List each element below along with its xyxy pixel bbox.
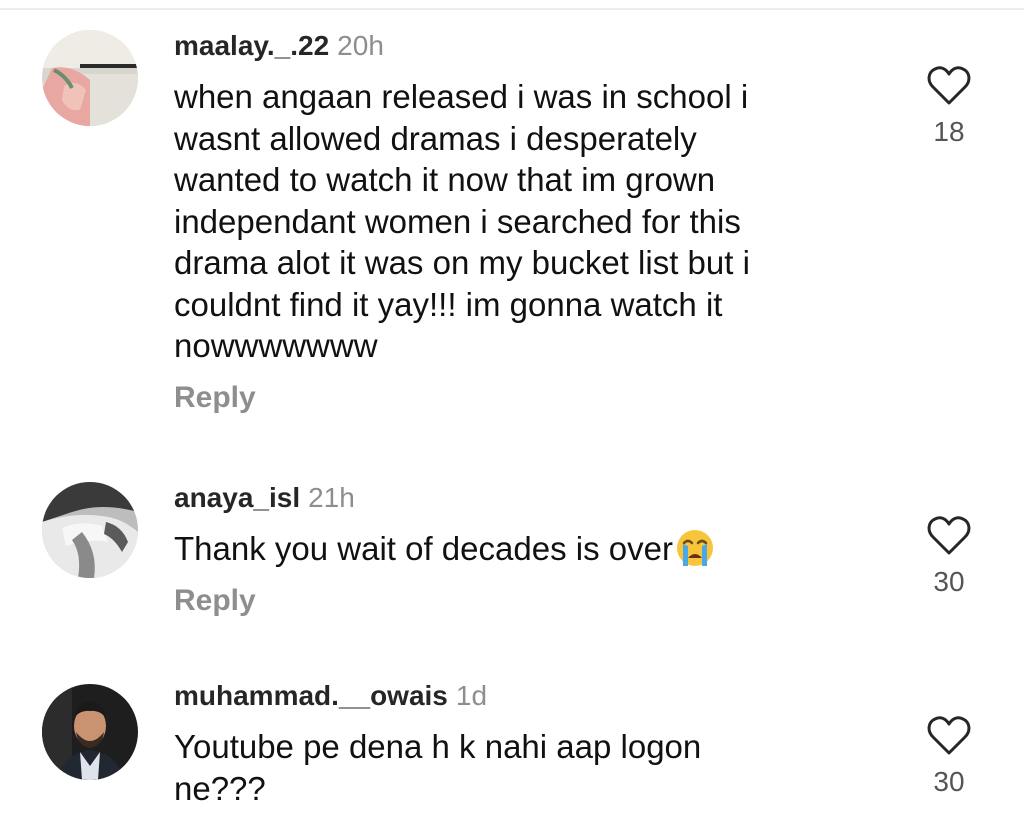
like-count: 30 bbox=[933, 566, 965, 597]
heart-icon[interactable] bbox=[927, 66, 971, 106]
comment-timestamp: 21h bbox=[308, 482, 355, 513]
loudly-crying-face-icon bbox=[676, 530, 713, 566]
comment-text: when angaan released i was in school i w… bbox=[174, 78, 750, 364]
comment-header: maalay._.22 20h bbox=[174, 30, 750, 62]
avatar[interactable] bbox=[42, 482, 138, 578]
comment-header: muhammad.__owais 1d bbox=[174, 680, 701, 712]
heart-icon[interactable] bbox=[927, 516, 971, 556]
like-control: 30 bbox=[916, 516, 982, 598]
comment-text: Youtube pe dena h k nahi aap logon ne??? bbox=[174, 728, 702, 807]
comment-username[interactable]: maalay._.22 bbox=[174, 30, 329, 61]
comment-username[interactable]: muhammad.__owais bbox=[174, 680, 448, 711]
avatar-image bbox=[42, 684, 138, 780]
comment-text-content: Thank you wait of decades is over bbox=[174, 530, 673, 567]
comment-body: anaya_isl 21h Thank you wait of decades i… bbox=[174, 482, 715, 618]
avatar-image bbox=[42, 30, 138, 126]
like-count: 30 bbox=[933, 766, 965, 797]
avatar[interactable] bbox=[42, 30, 138, 126]
heart-icon[interactable] bbox=[927, 716, 971, 756]
comment-text: Thank you wait of decades is over bbox=[174, 528, 715, 570]
comment-header: anaya_isl 21h bbox=[174, 482, 715, 514]
like-control: 18 bbox=[916, 66, 982, 148]
reply-button[interactable]: Reply bbox=[174, 584, 715, 618]
comment-timestamp: 1d bbox=[455, 680, 488, 711]
comment-username[interactable]: anaya_isl bbox=[174, 482, 300, 513]
reply-button[interactable]: Reply bbox=[174, 381, 750, 415]
like-control: 30 bbox=[916, 716, 982, 798]
comment-timestamp: 20h bbox=[337, 30, 384, 61]
avatar-image bbox=[42, 482, 138, 578]
avatar[interactable] bbox=[42, 684, 138, 780]
like-count: 18 bbox=[933, 116, 965, 147]
top-divider bbox=[0, 8, 1024, 10]
comment-body: muhammad.__owais 1d Youtube pe dena h k n… bbox=[174, 680, 701, 809]
comment-body: maalay._.22 20h when angaan released i wa… bbox=[174, 30, 750, 415]
